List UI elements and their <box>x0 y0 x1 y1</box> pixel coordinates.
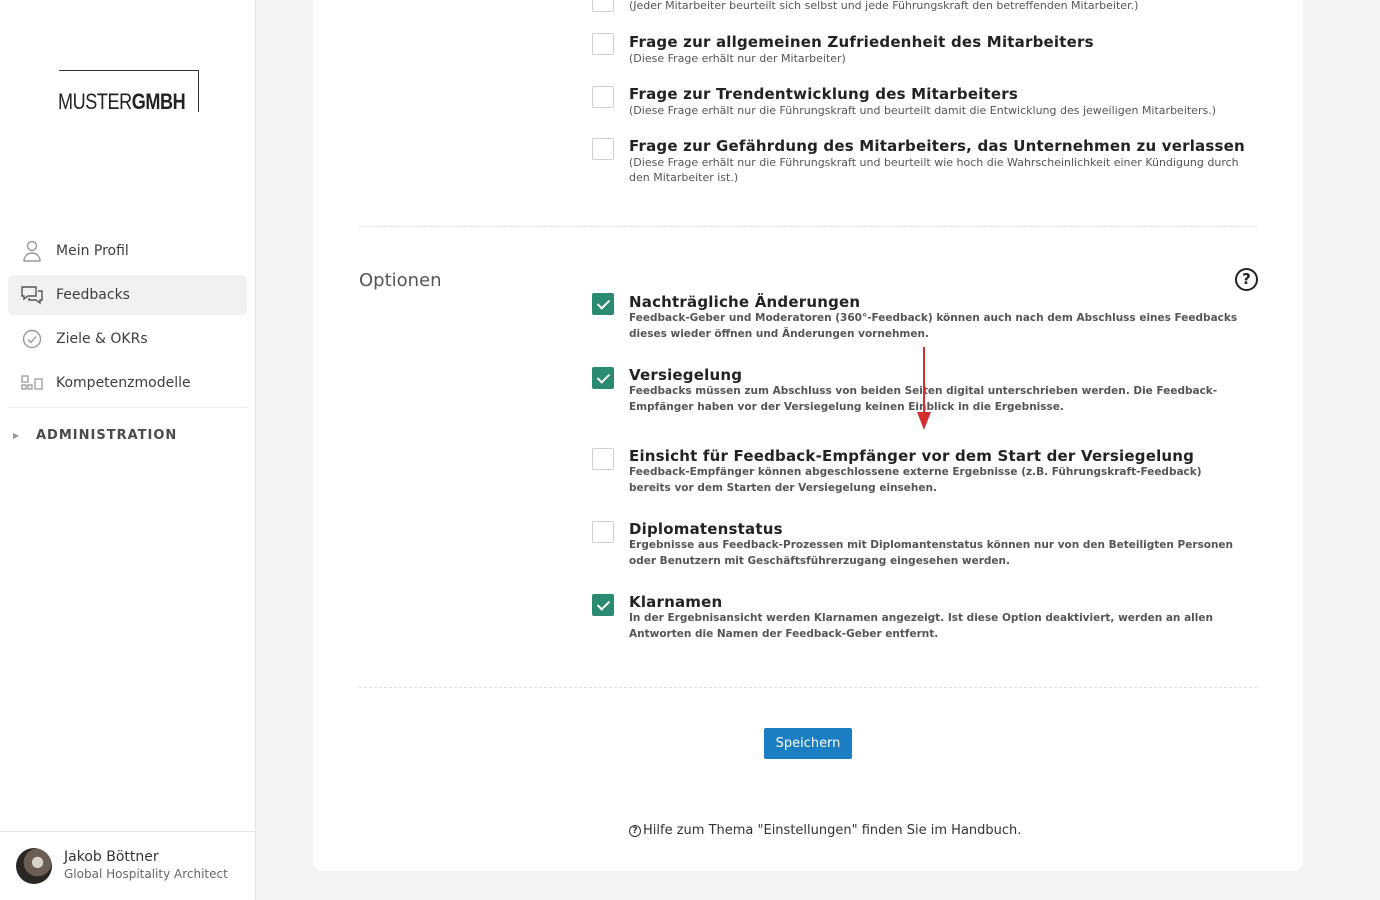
expand-triangle-icon: ▶ <box>13 431 21 440</box>
nav-item-administration[interactable]: ▶ ADMINISTRATION <box>13 428 177 443</box>
nav-item-kompetenzmodelle[interactable]: Kompetenzmodelle <box>8 363 247 403</box>
admin-label: ADMINISTRATION <box>36 428 178 443</box>
option-description: Feedback-Geber und Moderatoren (360°-Fee… <box>629 312 1238 340</box>
option-checkbox-einsicht[interactable] <box>592 448 614 470</box>
nav-label: Mein Profil <box>56 243 129 259</box>
option-title: Nachträgliche Änderungen <box>629 293 861 311</box>
company-logo[interactable]: MUSTERGMBH <box>58 70 200 113</box>
question-description: (Diese Frage erhält nur die Führungskraf… <box>629 104 1216 117</box>
sidebar: MUSTERGMBH Mein Profil Feedbacks Ziele &… <box>0 0 256 900</box>
option-title: Klarnamen <box>629 593 723 611</box>
question-title: Frage zur Gefährdung des Mitarbeiters, d… <box>629 137 1245 155</box>
question-checkbox[interactable] <box>592 138 614 160</box>
save-button[interactable]: Speichern <box>764 728 852 759</box>
section-divider <box>359 687 1257 688</box>
user-role: Global Hospitality Architect <box>64 867 228 881</box>
option-description: Ergebnisse aus Feedback-Prozessen mit Di… <box>629 539 1234 567</box>
option-checkbox-nachtraegliche-aenderungen[interactable] <box>592 293 614 315</box>
question-title: Frage zur Trendentwicklung des Mitarbeit… <box>629 85 1019 103</box>
question-checkbox[interactable] <box>592 33 614 55</box>
nav-label: Feedbacks <box>56 287 130 303</box>
option-checkbox-klarnamen[interactable] <box>592 594 614 616</box>
question-checkbox[interactable] <box>592 86 614 108</box>
nav-item-ziele-okrs[interactable]: Ziele & OKRs <box>8 319 247 359</box>
nav-label: Kompetenzmodelle <box>56 375 191 391</box>
option-description: In der Ergebnisansicht werden Klarnamen … <box>629 612 1213 640</box>
section-label-optionen: Optionen <box>359 270 442 291</box>
main-nav: Mein Profil Feedbacks Ziele & OKRs Kompe… <box>8 231 247 407</box>
question-description: (Diese Frage erhält nur der Mitarbeiter) <box>629 52 846 65</box>
question-checkbox[interactable] <box>592 0 614 12</box>
nav-item-mein-profil[interactable]: Mein Profil <box>8 231 247 271</box>
help-link[interactable]: ? Hilfe zum Thema "Einstellungen" finden … <box>629 823 1021 838</box>
question-description: (Diese Frage erhält nur die Führungskraf… <box>629 156 1239 184</box>
check-circle-icon <box>8 329 56 349</box>
section-divider <box>359 226 1257 227</box>
annotation-arrow-icon <box>917 347 931 430</box>
question-circle-icon: ? <box>629 825 641 837</box>
option-checkbox-versiegelung[interactable] <box>592 367 614 389</box>
option-title: Einsicht für Feedback-Empfänger vor dem … <box>629 447 1195 465</box>
chat-bubbles-icon <box>8 285 56 305</box>
competency-model-icon <box>8 375 56 391</box>
option-title: Versiegelung <box>629 366 743 384</box>
user-profile[interactable]: Jakob Böttner Global Hospitality Archite… <box>0 831 255 900</box>
question-description: (Jeder Mitarbeiter beurteilt sich selbst… <box>629 0 1139 12</box>
option-title: Diplomatenstatus <box>629 520 783 538</box>
help-icon[interactable]: ? <box>1235 268 1258 291</box>
nav-divider <box>8 407 247 408</box>
option-description: Feedback-Empfänger können abgeschlossene… <box>629 466 1202 494</box>
nav-item-feedbacks[interactable]: Feedbacks <box>8 275 247 315</box>
person-icon <box>8 240 56 262</box>
help-text: Hilfe zum Thema "Einstellungen" finden S… <box>643 823 1022 838</box>
settings-panel: (Jeder Mitarbeiter beurteilt sich selbst… <box>313 0 1303 871</box>
question-title: Frage zur allgemeinen Zufriedenheit des … <box>629 33 1094 51</box>
option-description: Feedbacks müssen zum Abschluss von beide… <box>629 385 1218 413</box>
avatar <box>16 848 52 884</box>
option-checkbox-diplomatenstatus[interactable] <box>592 521 614 543</box>
user-name: Jakob Böttner <box>64 849 159 865</box>
nav-label: Ziele & OKRs <box>56 331 148 347</box>
